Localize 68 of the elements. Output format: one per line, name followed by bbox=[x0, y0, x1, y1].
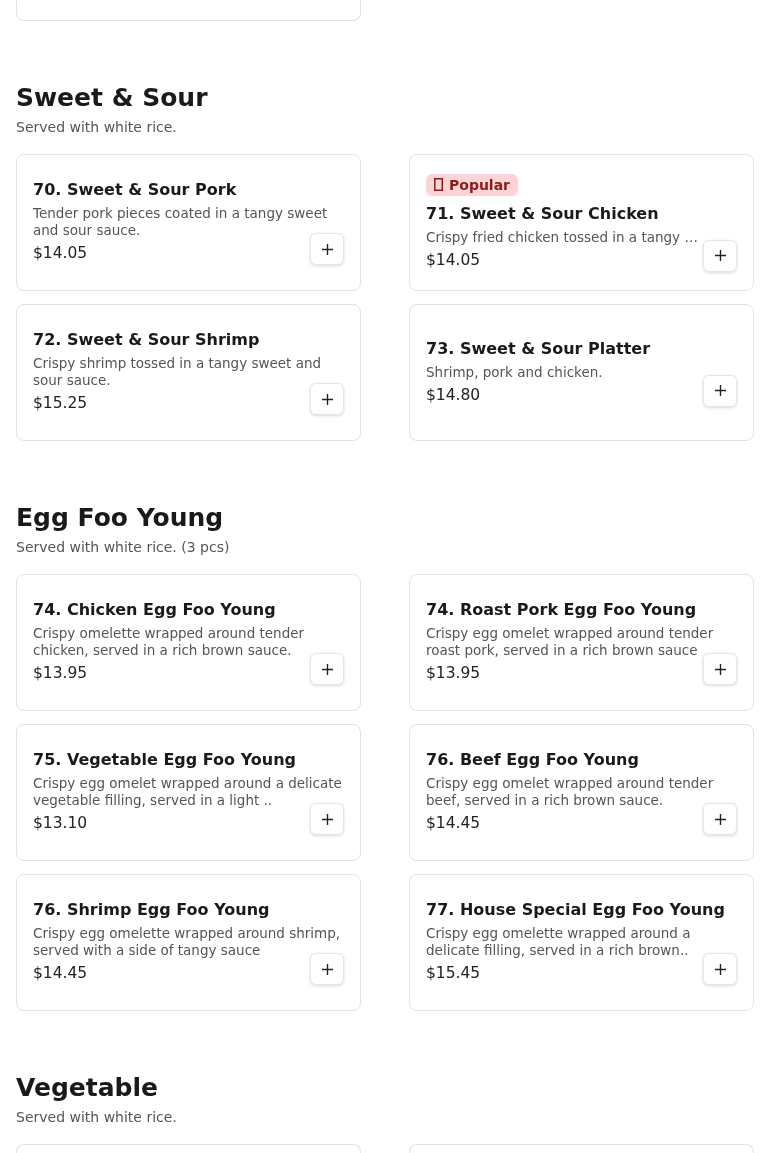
dish-description: Crispy egg omelet wrapped around tender roast pork, served in a rich brown sauce bbox=[426, 625, 715, 659]
dish-price: $15.25 bbox=[33, 394, 88, 412]
section-title: Egg Foo Young bbox=[16, 503, 225, 533]
add-button[interactable] bbox=[703, 653, 737, 685]
add-button[interactable] bbox=[703, 803, 737, 835]
section-subtitle: Served with white rice. bbox=[16, 1109, 178, 1125]
dish-card[interactable]: 76. Beef Egg Foo Young Crispy egg omelet wrapped around tender beef, served in a rich brown sauce. $14.45 bbox=[409, 724, 754, 861]
dish-price: $14.80 bbox=[426, 385, 481, 404]
plus-icon bbox=[321, 963, 333, 975]
dish-description: Tender pork pieces coated in a tangy sweet and sour sauce. bbox=[33, 205, 329, 239]
add-button[interactable] bbox=[310, 803, 344, 835]
dish-price: $15.45 bbox=[426, 964, 481, 982]
dish-name: 72. Sweet & Sour Shrimp bbox=[33, 330, 261, 349]
add-button[interactable] bbox=[310, 233, 344, 265]
plus-icon bbox=[714, 663, 726, 675]
dish-description: Crispy egg omelette wrapped around shrimp, served with a side of tangy sauce bbox=[33, 925, 342, 959]
add-button[interactable] bbox=[310, 383, 344, 415]
dish-description: Shrimp, pork and chicken. bbox=[426, 363, 604, 381]
dish-name: 77. House Special Egg Foo Young bbox=[426, 900, 726, 919]
add-button[interactable] bbox=[703, 953, 737, 985]
dish-card[interactable]: 73. Sweet & Sour Platter Shrimp, pork and chicken. $14.80 bbox=[409, 304, 754, 441]
dish-price: $14.05 bbox=[33, 244, 88, 262]
dish-name: 74. Chicken Egg Foo Young bbox=[33, 600, 277, 619]
add-button[interactable] bbox=[703, 239, 737, 272]
plus-icon bbox=[321, 663, 333, 675]
plus-icon bbox=[714, 813, 726, 825]
add-button[interactable] bbox=[310, 653, 344, 685]
section-title: Sweet & Sour bbox=[16, 83, 209, 113]
dish-description: Crispy shrimp tossed in a tangy sweet and sour sauce. bbox=[33, 355, 323, 389]
dish-price: $13.95 bbox=[426, 664, 481, 682]
dish-price: $14.45 bbox=[426, 814, 481, 832]
dish-name: 76. Beef Egg Foo Young bbox=[426, 750, 640, 769]
dish-description: Crispy omelette wrapped around tender chicken, served in a rich brown sauce. bbox=[33, 625, 306, 659]
dish-price: $14.45 bbox=[33, 964, 88, 982]
plus-icon bbox=[714, 963, 726, 975]
dish-description: Crispy fried chicken tossed in a tangy … bbox=[426, 228, 699, 246]
dish-price: $13.10 bbox=[33, 814, 88, 832]
section-subtitle: Served with white rice. (3 pcs) bbox=[16, 539, 231, 555]
dish-name: 73. Sweet & Sour Platter bbox=[426, 338, 652, 358]
dish-name: 70. Sweet & Sour Pork bbox=[33, 180, 238, 199]
dish-price: $13.95 bbox=[33, 664, 88, 682]
dish-name: 71. Sweet & Sour Chicken bbox=[426, 203, 660, 223]
section-subtitle: Served with white rice. bbox=[16, 119, 178, 135]
plus-icon bbox=[321, 393, 333, 405]
popular-badge: Popular bbox=[426, 173, 519, 196]
plus-icon bbox=[714, 385, 726, 396]
dish-card[interactable]: 77. House Special Egg Foo Young Crispy egg omelette wrapped around a delicate filling, served in a rich brown.. $15.45 bbox=[409, 874, 754, 1011]
dish-card[interactable]: 74. Roast Pork Egg Foo Young Crispy egg omelet wrapped around tender roast pork, served in a rich brown sauce $13.95 bbox=[409, 574, 754, 711]
plus-icon bbox=[321, 243, 333, 255]
dish-card[interactable]: 75. Vegetable Egg Foo Young Crispy egg omelet wrapped around a delicate vegetable filling, served in a light .. $13.10 bbox=[16, 724, 361, 861]
add-button[interactable] bbox=[310, 953, 344, 985]
dish-card[interactable]: 72. Sweet & Sour Shrimp Crispy shrimp tossed in a tangy sweet and sour sauce. $15.25 bbox=[16, 304, 361, 441]
plus-icon bbox=[714, 250, 726, 261]
dish-description: Crispy egg omelet wrapped around a delicate vegetable filling, served in a light .. bbox=[33, 775, 343, 809]
dish-card[interactable]: 74. Chicken Egg Foo Young Crispy omelette wrapped around tender chicken, served in a rich brown sauce. $13.95 bbox=[16, 574, 361, 711]
dish-card[interactable]: 70. Sweet & Sour Pork Tender pork pieces coated in a tangy sweet and sour sauce. $14.05 bbox=[16, 154, 361, 291]
dish-description: Crispy egg omelet wrapped around tender beef, served in a rich brown sauce. bbox=[426, 775, 715, 809]
dish-card[interactable]: Popular 71. Sweet & Sour Chicken Crispy fried chicken tossed in a tangy … $14.05 bbox=[409, 154, 754, 291]
plus-icon bbox=[321, 813, 333, 825]
dish-name: 76. Shrimp Egg Foo Young bbox=[33, 900, 271, 919]
section-title: Vegetable bbox=[16, 1073, 160, 1103]
dish-name: 74. Roast Pork Egg Foo Young bbox=[426, 600, 698, 619]
dish-name: 75. Vegetable Egg Foo Young bbox=[33, 750, 297, 769]
dish-card[interactable]: 76. Shrimp Egg Foo Young Crispy egg omelette wrapped around shrimp, served with a side of tangy sauce $14.45 bbox=[16, 874, 361, 1011]
add-button[interactable] bbox=[703, 374, 737, 407]
dish-price: $14.05 bbox=[426, 250, 481, 269]
dish-description: Crispy egg omelette wrapped around a delicate filling, served in a rich brown.. bbox=[426, 925, 692, 959]
missing-glyph-icon bbox=[434, 178, 443, 191]
